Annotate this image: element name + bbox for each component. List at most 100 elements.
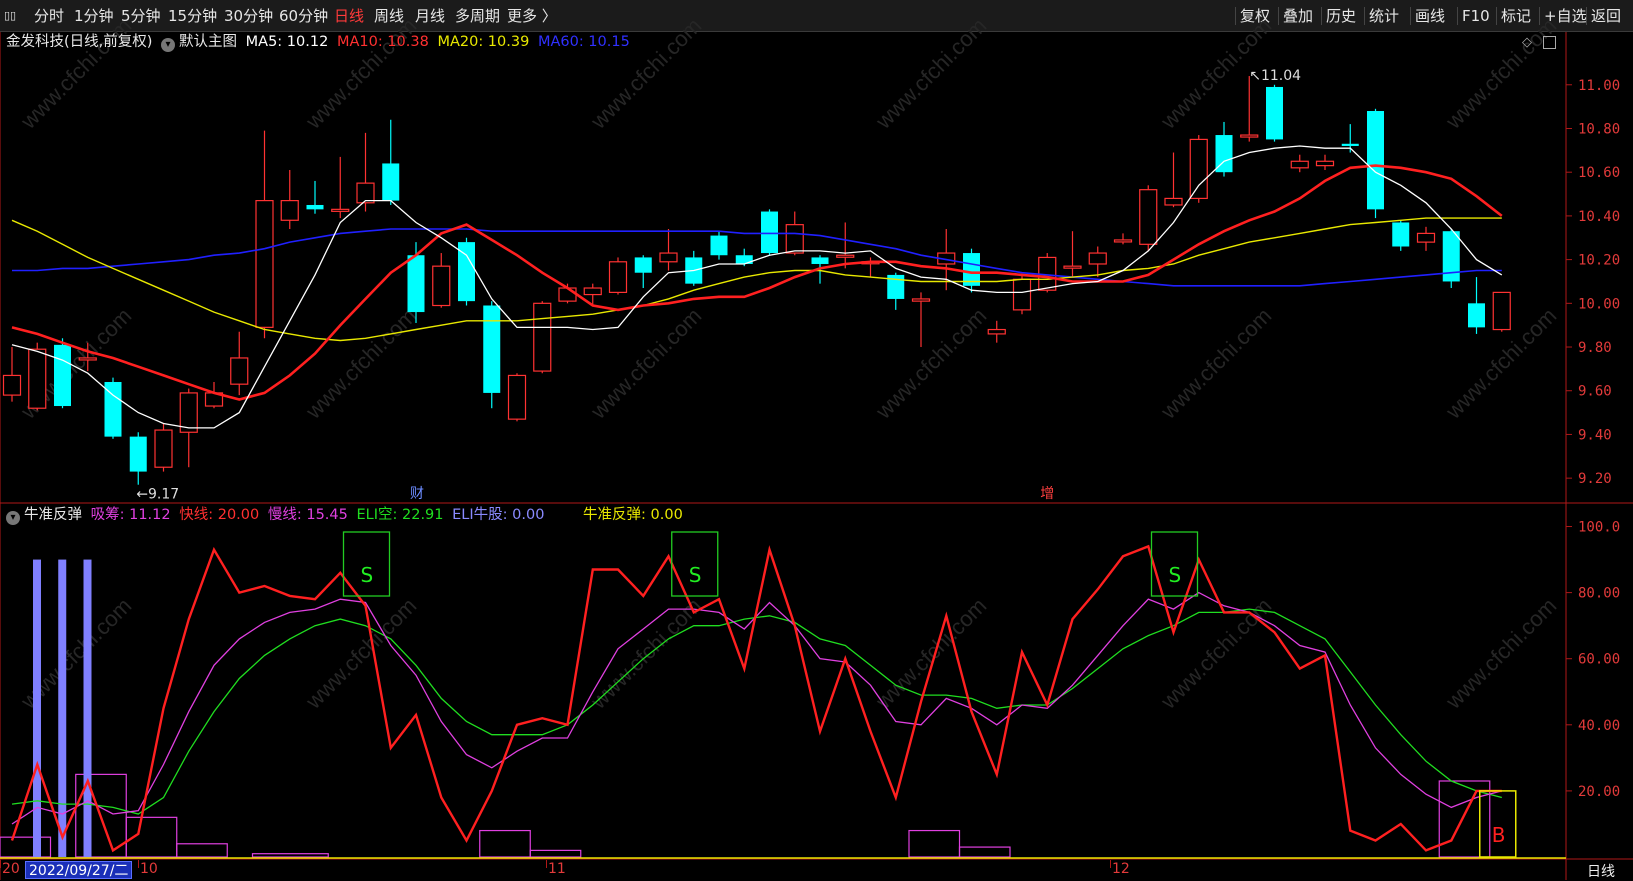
candle-body [1189, 138, 1208, 200]
niuzhun-value: 牛准反弹: 0.00 [583, 507, 683, 523]
x-axis-tick [138, 860, 139, 868]
candles-layer [2, 76, 1511, 485]
candlestick-chart: www.cfchi.com www.cfchi.com www.cfchi.com w… [0, 13, 1633, 880]
watermark-text: www.cfchi.com [585, 303, 706, 424]
candle-body [608, 261, 628, 293]
eli-niugu-bar [83, 559, 92, 857]
eli-niugu-bar [33, 559, 41, 857]
candle-body [1416, 232, 1436, 243]
candle-body [1139, 189, 1158, 245]
x-axis-label: 11 [548, 861, 566, 877]
template-name[interactable]: 默认主图 [179, 34, 237, 50]
candle-body [1063, 265, 1082, 269]
candle-body [280, 200, 299, 221]
candle-body [382, 163, 400, 201]
x-axis: 20 10 11 12 [0, 860, 1566, 880]
panel-icon[interactable] [1543, 36, 1556, 49]
candle-body [761, 211, 778, 254]
y-tick-label: 9.20 [1578, 471, 1612, 487]
ma5-value: MA5: 10.12 [245, 34, 329, 50]
candle-body [558, 287, 577, 302]
y-tick-label: 10.80 [1578, 121, 1620, 137]
xichou-value: 吸筹: 11.12 [90, 507, 171, 523]
high-price-label: ↖11.04 [1249, 68, 1301, 84]
ind-y-tick-label: 60.00 [1578, 652, 1620, 668]
candle-body [1492, 291, 1511, 331]
xichou-bar [176, 843, 228, 858]
cursor-date: 2022/09/27/二 [25, 861, 133, 879]
chart-frames: 11.00 10.80 10.60 10.40 10.20 10.00 9.80 9.60 9.… [0, 32, 1633, 880]
watermark-text: www.cfchi.com [870, 303, 991, 424]
watermark-text: www.cfchi.com [1440, 593, 1561, 714]
candle-body [356, 182, 375, 204]
ma10-value: MA10: 10.38 [336, 34, 429, 50]
xichou-bar [908, 829, 961, 858]
ind-y-tick-label: 20.00 [1578, 784, 1620, 800]
candle-body [987, 328, 1006, 335]
x-axis-label: 10 [140, 861, 158, 877]
template-toggle-icon[interactable]: ▾ [161, 38, 176, 52]
eli-kong-value: ELI空: 22.91 [356, 507, 444, 523]
candle-body [634, 257, 652, 273]
watermark-text: www.cfchi.com [300, 303, 421, 424]
sell-signal-label: S [1169, 563, 1182, 587]
candle-body [1266, 86, 1283, 140]
low-price-label: ←9.17 [136, 487, 179, 503]
period-label[interactable]: 日线 [1587, 861, 1615, 881]
candle-body [811, 257, 829, 264]
diamond-icon[interactable]: ◇ [1522, 35, 1532, 50]
candle-body [331, 208, 350, 212]
y-tick-label: 10.40 [1578, 209, 1620, 225]
watermark-text: www.cfchi.com [1155, 593, 1276, 714]
sell-signal-label: S [361, 563, 374, 587]
y-tick-label: 9.40 [1578, 427, 1612, 443]
candle-body [28, 348, 47, 409]
main-chart-legend: 金发科技(日线,前复权) ▾ 默认主图 MA5: 10.12 MA10: 10.3… [6, 32, 634, 52]
sell-signal-label: S [689, 563, 702, 587]
candle-body [2, 374, 22, 396]
manxian-value: 慢线: 15.45 [267, 507, 348, 523]
xichou-bar [958, 846, 1011, 858]
candle-body [230, 357, 249, 385]
candle-body [432, 265, 451, 307]
candle-body [483, 305, 501, 393]
candle-body [54, 344, 71, 407]
candle-body [1164, 197, 1183, 206]
watermark-text: www.cfchi.com [1155, 303, 1276, 424]
xichou-bar [479, 829, 531, 858]
candle-body [507, 374, 527, 420]
indicator-name[interactable]: 牛准反弹 [24, 507, 82, 523]
candle-body [306, 204, 324, 210]
x-axis-tick [546, 860, 547, 868]
xichou-bar [251, 853, 329, 858]
x-axis-label: 12 [1112, 861, 1130, 877]
watermark-text: www.cfchi.com [1440, 13, 1561, 134]
event-marker-cai: 财 [410, 486, 424, 502]
candle-body [659, 252, 678, 263]
candle-body [735, 255, 753, 264]
ma20-line [11, 217, 1502, 342]
ind-y-tick-label: 80.00 [1578, 586, 1620, 602]
candle-body [1315, 160, 1335, 167]
candle-body [154, 429, 173, 468]
candle-body [1240, 134, 1259, 138]
y-tick-label: 10.60 [1578, 165, 1620, 181]
ma5-line [11, 145, 1503, 429]
candle-body [1113, 239, 1133, 243]
candle-body [533, 302, 552, 372]
candle-body [1012, 278, 1032, 311]
candle-body [255, 200, 274, 328]
buy-signal-label: B [1492, 823, 1506, 847]
stock-title[interactable]: 金发科技(日线,前复权) [6, 34, 152, 50]
candle-body [1367, 111, 1384, 210]
candle-body [785, 224, 804, 254]
kuaixian-line [10, 544, 1502, 853]
kuaixian-value: 快线: 20.00 [179, 507, 260, 523]
indicator-toggle-icon[interactable]: ▾ [6, 511, 20, 525]
indicator-layer: S S S B [0, 531, 1566, 859]
candle-body [129, 436, 147, 472]
candle-body [836, 254, 855, 258]
y-tick-label: 9.80 [1578, 340, 1612, 356]
ind-y-tick-label: 100.0 [1578, 520, 1620, 536]
y-tick-label: 10.20 [1578, 253, 1620, 269]
